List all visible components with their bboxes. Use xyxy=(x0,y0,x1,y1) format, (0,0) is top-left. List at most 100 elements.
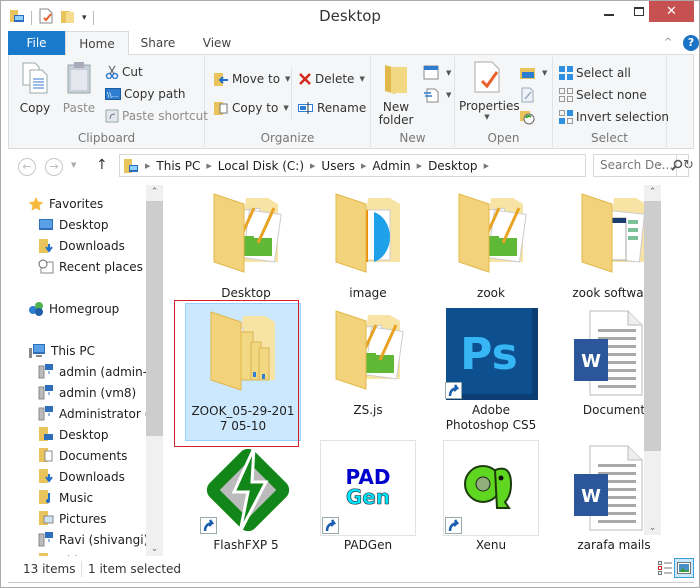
paste-shortcut-button[interactable]: Paste shortcut xyxy=(105,106,208,126)
selection-count: 1 item selected xyxy=(88,562,182,576)
new-folder-button[interactable]: New folder xyxy=(375,61,417,127)
file-name: zook xyxy=(477,286,505,300)
details-view-button[interactable] xyxy=(658,561,672,578)
open-group: Properties ▼ ▼ Open xyxy=(455,57,553,147)
nav-this-pc-item[interactable]: Ravi (shivangi) xyxy=(38,530,148,550)
nav-this-pc-item[interactable]: Music xyxy=(38,488,93,508)
breadcrumb-users[interactable]: Users xyxy=(321,159,355,173)
select-none-button[interactable]: Select none xyxy=(559,85,647,105)
address-bar[interactable]: ▶ This PC ▶ Local Disk (C:) ▶ Users ▶ Ad… xyxy=(119,154,694,177)
file-item[interactable]: Desktop xyxy=(187,188,305,301)
nav-favorites-desktop[interactable]: Desktop xyxy=(38,215,109,235)
file-item[interactable]: FlashFXP 5 xyxy=(187,440,305,553)
history-button[interactable] xyxy=(519,107,535,127)
nav-label: admin (vm8) xyxy=(59,386,137,400)
nav-this-pc-item[interactable]: admin (admin-pc) xyxy=(38,362,163,382)
nav-this-pc-item[interactable]: Documents xyxy=(38,446,127,466)
nav-label: Documents xyxy=(59,449,128,463)
svg-text:W: W xyxy=(581,351,601,372)
scroll-up-icon[interactable]: ⌃ xyxy=(644,187,661,197)
search-input[interactable]: Search De... xyxy=(593,154,689,177)
scroll-down-icon[interactable]: ⌄ xyxy=(146,544,163,554)
up-button[interactable]: ↑ xyxy=(96,157,108,173)
scrollbar-thumb[interactable] xyxy=(146,201,163,436)
file-item[interactable]: Xenu xyxy=(432,440,550,553)
properties-button[interactable]: Properties ▼ xyxy=(459,61,520,121)
clipboard-group: Copy Paste Cut \\... Copy path Paste sho… xyxy=(9,57,208,147)
file-item[interactable]: ZS.js xyxy=(309,305,427,418)
nav-this-pc[interactable]: This PC xyxy=(28,341,95,361)
copy-path-button[interactable]: \\... Copy path xyxy=(105,84,186,104)
large-icons-view-button[interactable] xyxy=(674,558,694,578)
edit-button[interactable] xyxy=(519,85,535,105)
file-item[interactable]: zook xyxy=(432,188,550,301)
nav-favorites-recent-places[interactable]: Recent places xyxy=(38,257,143,277)
help-icon[interactable]: ? xyxy=(683,35,699,51)
breadcrumb-separator[interactable]: ▶ xyxy=(145,162,150,170)
select-group-label: Select xyxy=(590,131,629,145)
invert-selection-label: Invert selection xyxy=(576,110,670,124)
scroll-down-icon[interactable]: ⌄ xyxy=(644,523,661,533)
file-name: Photoshop CS5 xyxy=(445,418,537,432)
open-button[interactable]: ▼ xyxy=(519,63,547,83)
breadcrumb-separator[interactable]: ▶ xyxy=(310,162,315,170)
tab-share[interactable]: Share xyxy=(129,31,187,55)
copy-to-button[interactable]: Copy to ▼ xyxy=(213,98,289,118)
invert-selection-button[interactable]: Invert selection xyxy=(559,107,669,127)
select-none-icon xyxy=(559,88,573,102)
file-item[interactable]: PAD Gen PADGen xyxy=(309,440,427,553)
breadcrumb-separator[interactable]: ▶ xyxy=(361,162,366,170)
easy-access-button[interactable]: ▼ xyxy=(423,85,451,105)
nav-pane-scrollbar[interactable]: ⌃ ⌄ xyxy=(146,185,163,556)
cut-button[interactable]: Cut xyxy=(105,62,143,82)
minimize-button[interactable] xyxy=(596,1,622,22)
paste-label: Paste xyxy=(62,101,96,115)
forward-button[interactable]: → xyxy=(45,158,63,176)
breadcrumb-separator[interactable]: ▶ xyxy=(417,162,422,170)
file-item[interactable]: Ps Adobe Photoshop CS5 xyxy=(432,305,550,433)
nav-favorites-downloads[interactable]: Downloads xyxy=(38,236,125,256)
scroll-up-icon[interactable]: ⌃ xyxy=(146,187,163,197)
close-button[interactable]: ✕ xyxy=(649,1,694,22)
copy-button[interactable]: Copy xyxy=(15,61,55,115)
rename-button[interactable]: Rename xyxy=(298,98,366,118)
breadcrumb-this-pc[interactable]: This PC xyxy=(156,159,200,173)
collapse-ribbon-icon[interactable]: ^ xyxy=(664,37,672,48)
move-to-label: Move to xyxy=(232,72,281,86)
nav-this-pc-item[interactable]: Pictures xyxy=(38,509,107,529)
history-icon xyxy=(520,111,535,125)
scrollbar-thumb[interactable] xyxy=(644,201,661,451)
back-button[interactable]: ← xyxy=(18,158,36,176)
new-item-button[interactable]: ▼ xyxy=(423,63,451,83)
nav-label: Pictures xyxy=(59,512,107,526)
delete-icon xyxy=(299,73,311,85)
svg-text:Ps: Ps xyxy=(460,329,518,380)
new-group: New folder ▼ ▼ New xyxy=(371,57,455,147)
move-to-button[interactable]: Move to ▼ xyxy=(213,69,290,89)
tab-home[interactable]: Home xyxy=(65,31,129,56)
select-all-button[interactable]: Select all xyxy=(559,63,631,83)
paste-button[interactable]: Paste xyxy=(59,61,99,115)
recent-locations-dropdown[interactable]: ▼ xyxy=(71,161,76,169)
breadcrumb-separator[interactable]: ▶ xyxy=(484,162,489,170)
file-item[interactable]: image xyxy=(309,188,427,301)
delete-button[interactable]: Delete ▼ xyxy=(298,69,365,89)
nav-homegroup[interactable]: Homegroup xyxy=(28,299,119,319)
tab-view[interactable]: View xyxy=(187,31,247,55)
content-scrollbar[interactable]: ⌃ ⌄ xyxy=(644,185,661,535)
nav-this-pc-item[interactable]: Administrator (sh xyxy=(38,404,163,424)
move-to-icon xyxy=(214,73,228,86)
nav-this-pc-item[interactable]: Desktop xyxy=(38,425,109,445)
breadcrumb-desktop[interactable]: Desktop xyxy=(428,159,478,173)
status-bar: 13 items 1 item selected xyxy=(8,556,694,582)
tab-file[interactable]: File xyxy=(8,31,65,55)
pictures-icon xyxy=(320,305,416,401)
nav-favorites[interactable]: Favorites xyxy=(28,194,103,214)
breadcrumb-admin[interactable]: Admin xyxy=(372,159,410,173)
nav-this-pc-item[interactable]: admin (vm8) xyxy=(38,383,136,403)
new-folder-icon xyxy=(375,61,417,98)
breadcrumb-local-disk[interactable]: Local Disk (C:) xyxy=(218,159,304,173)
nav-this-pc-item[interactable]: Downloads xyxy=(38,467,125,487)
media-icon xyxy=(320,188,416,284)
breadcrumb-separator[interactable]: ▶ xyxy=(206,162,211,170)
